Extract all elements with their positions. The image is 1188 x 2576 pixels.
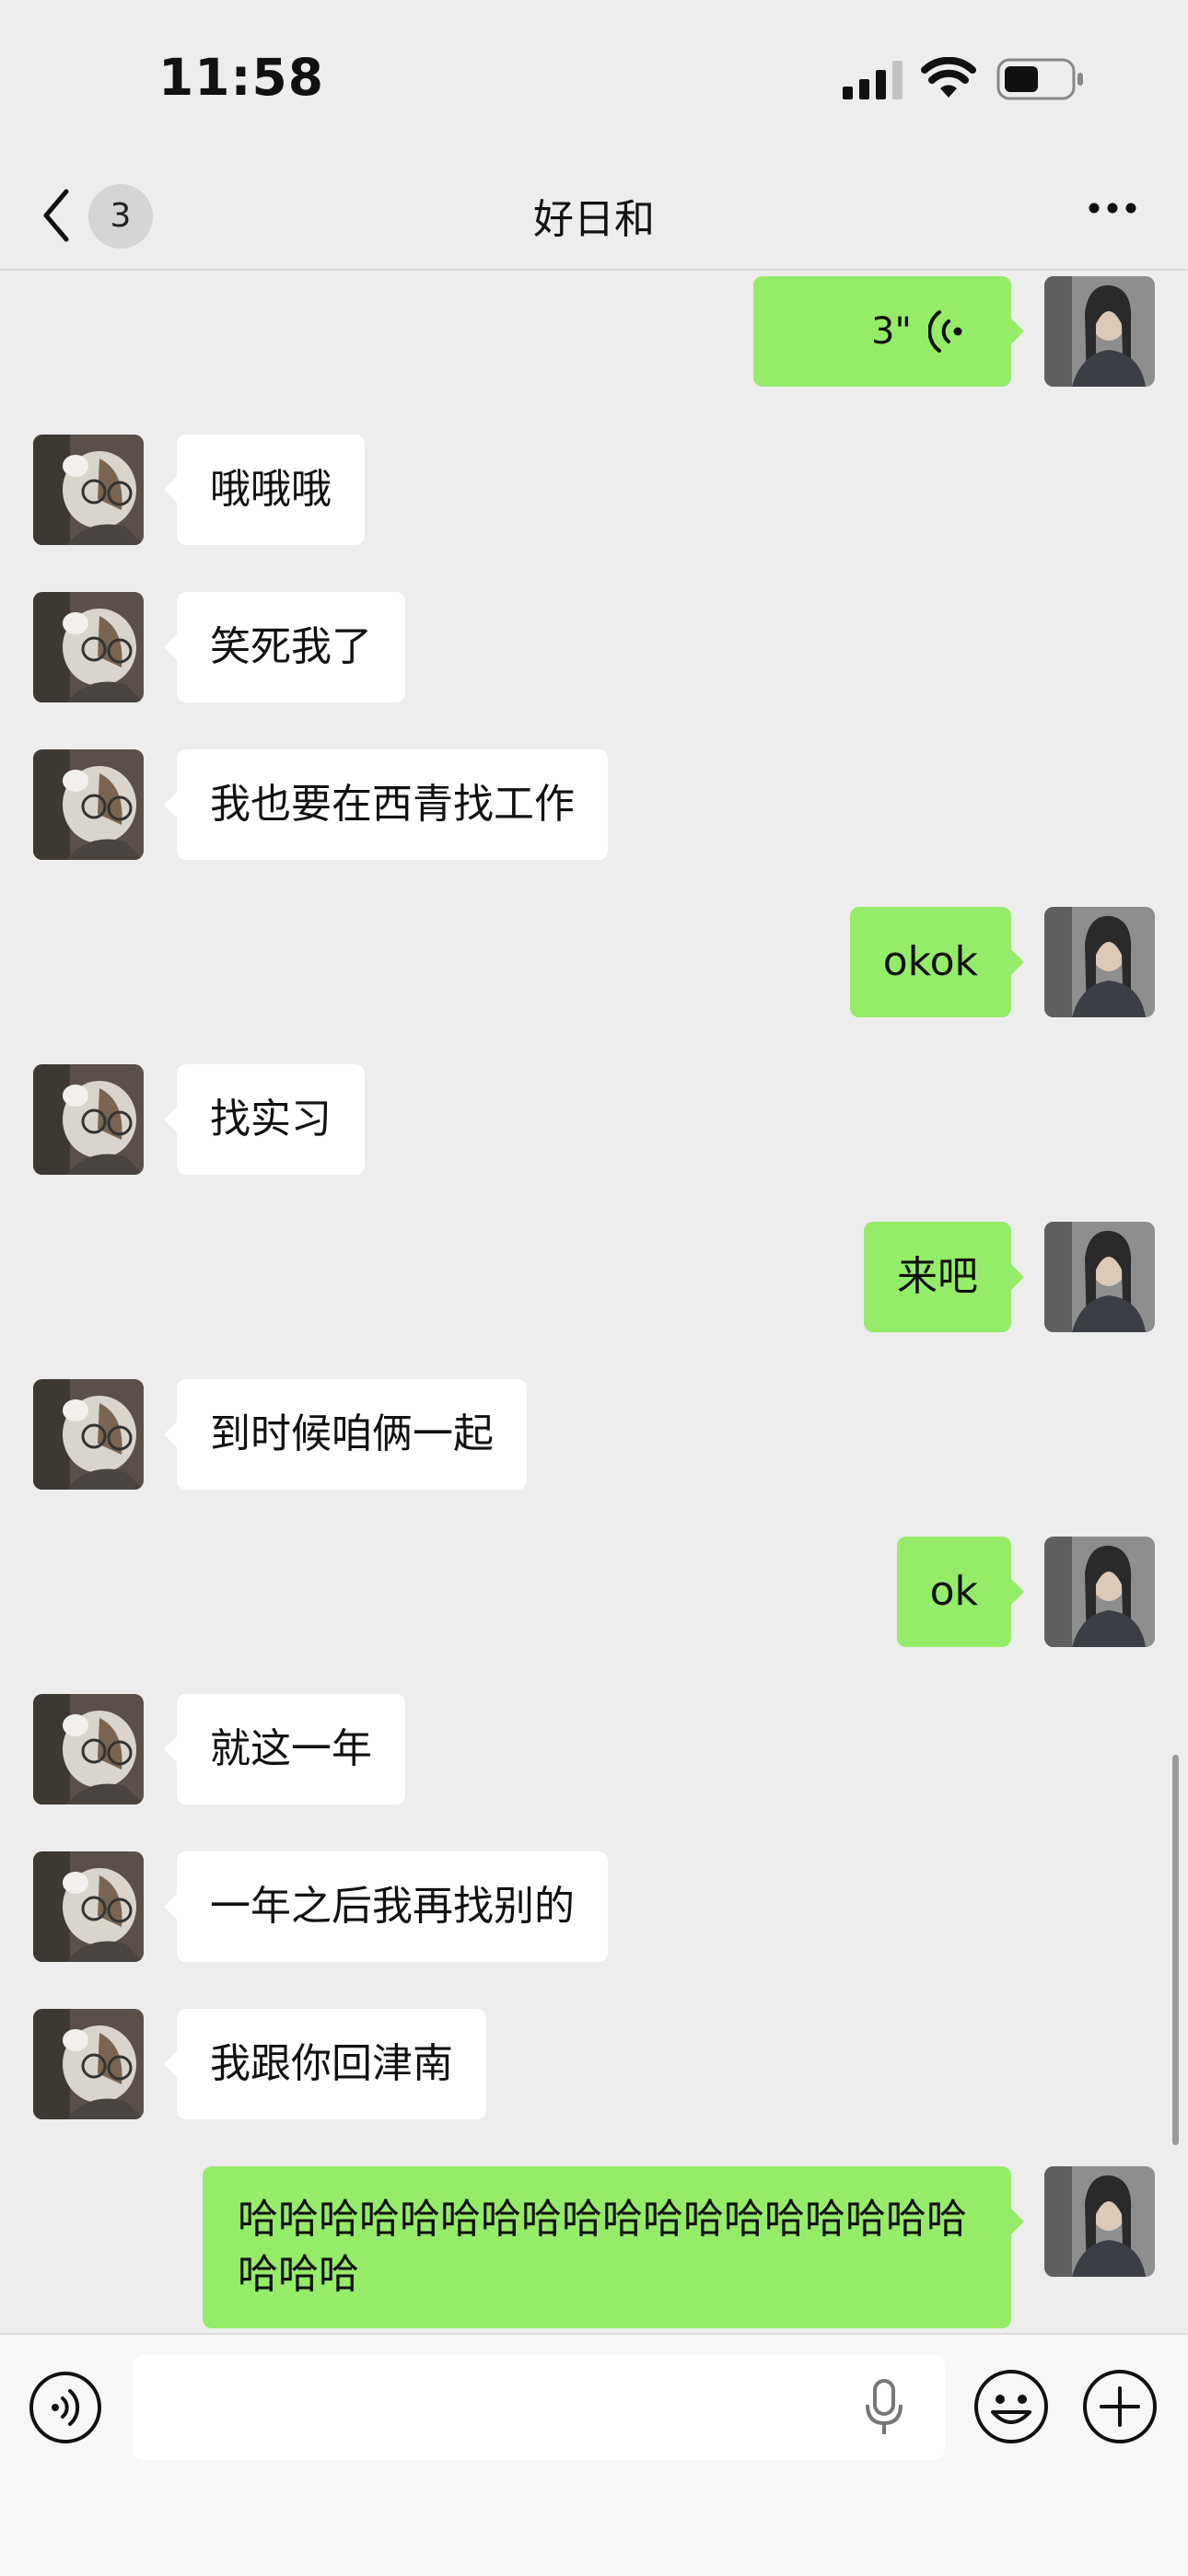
status-bar: 11:58: [0, 0, 1188, 157]
message-bubble[interactable]: 来吧: [864, 1222, 1024, 1332]
input-bar: [0, 2333, 1188, 2576]
my-avatar[interactable]: [1044, 1537, 1155, 1647]
contact-avatar[interactable]: [33, 1694, 144, 1804]
more-dots-icon[interactable]: [1087, 190, 1138, 226]
nav-bar: 3 好日和: [0, 157, 1188, 271]
contact-avatar[interactable]: [33, 749, 144, 860]
contact-avatar[interactable]: [33, 1064, 144, 1175]
my-avatar[interactable]: [1044, 907, 1155, 1017]
message-input[interactable]: [133, 2355, 945, 2460]
message-bubble[interactable]: 一年之后我再找别的: [164, 1851, 608, 1962]
message-bubble[interactable]: 就这一年: [164, 1694, 405, 1804]
message-bubble[interactable]: 笑死我了: [164, 592, 405, 702]
emoji-icon[interactable]: [973, 2368, 1050, 2445]
message-bubble[interactable]: 到时候咱俩一起: [164, 1379, 527, 1490]
contact-avatar[interactable]: [33, 2009, 144, 2119]
contact-avatar[interactable]: [33, 435, 144, 545]
signal-icon: [843, 61, 903, 99]
status-time: 11:58: [158, 48, 325, 107]
message-bubble[interactable]: ok: [896, 1537, 1025, 1647]
battery-icon: [996, 58, 1083, 100]
plus-icon[interactable]: [1081, 2368, 1159, 2445]
mic-icon[interactable]: [864, 2379, 904, 2436]
wifi-icon: [921, 57, 976, 98]
voice-input-icon[interactable]: [28, 2370, 103, 2445]
contact-avatar[interactable]: [33, 592, 144, 702]
message-bubble[interactable]: 找实习: [164, 1064, 365, 1175]
voice-duration: 3": [871, 310, 912, 353]
message-bubble[interactable]: 哦哦哦: [164, 435, 365, 545]
message-bubble[interactable]: 我也要在西青找工作: [164, 749, 608, 860]
chat-messages[interactable]: 3" 哦哦哦 笑死我了 我也要在西青找工作 okok 找实习 来吧 到时候咱俩一…: [0, 271, 1188, 2331]
message-bubble[interactable]: okok: [849, 907, 1025, 1017]
contact-avatar[interactable]: [33, 1379, 144, 1490]
message-bubble[interactable]: 我跟你回津南: [164, 2009, 486, 2119]
my-avatar[interactable]: [1044, 2166, 1155, 2277]
message-bubble[interactable]: 哈哈哈哈哈哈哈哈哈哈哈哈哈哈哈哈哈哈哈哈哈: [203, 2166, 1024, 2328]
chat-title: 好日和: [533, 196, 655, 243]
my-avatar[interactable]: [1044, 276, 1155, 387]
contact-avatar[interactable]: [33, 1851, 144, 1962]
my-avatar[interactable]: [1044, 1222, 1155, 1332]
voice-message-bubble[interactable]: 3": [753, 276, 1024, 387]
voice-wave-icon: [928, 310, 962, 353]
chat-scrollbar[interactable]: [1172, 1755, 1179, 2145]
